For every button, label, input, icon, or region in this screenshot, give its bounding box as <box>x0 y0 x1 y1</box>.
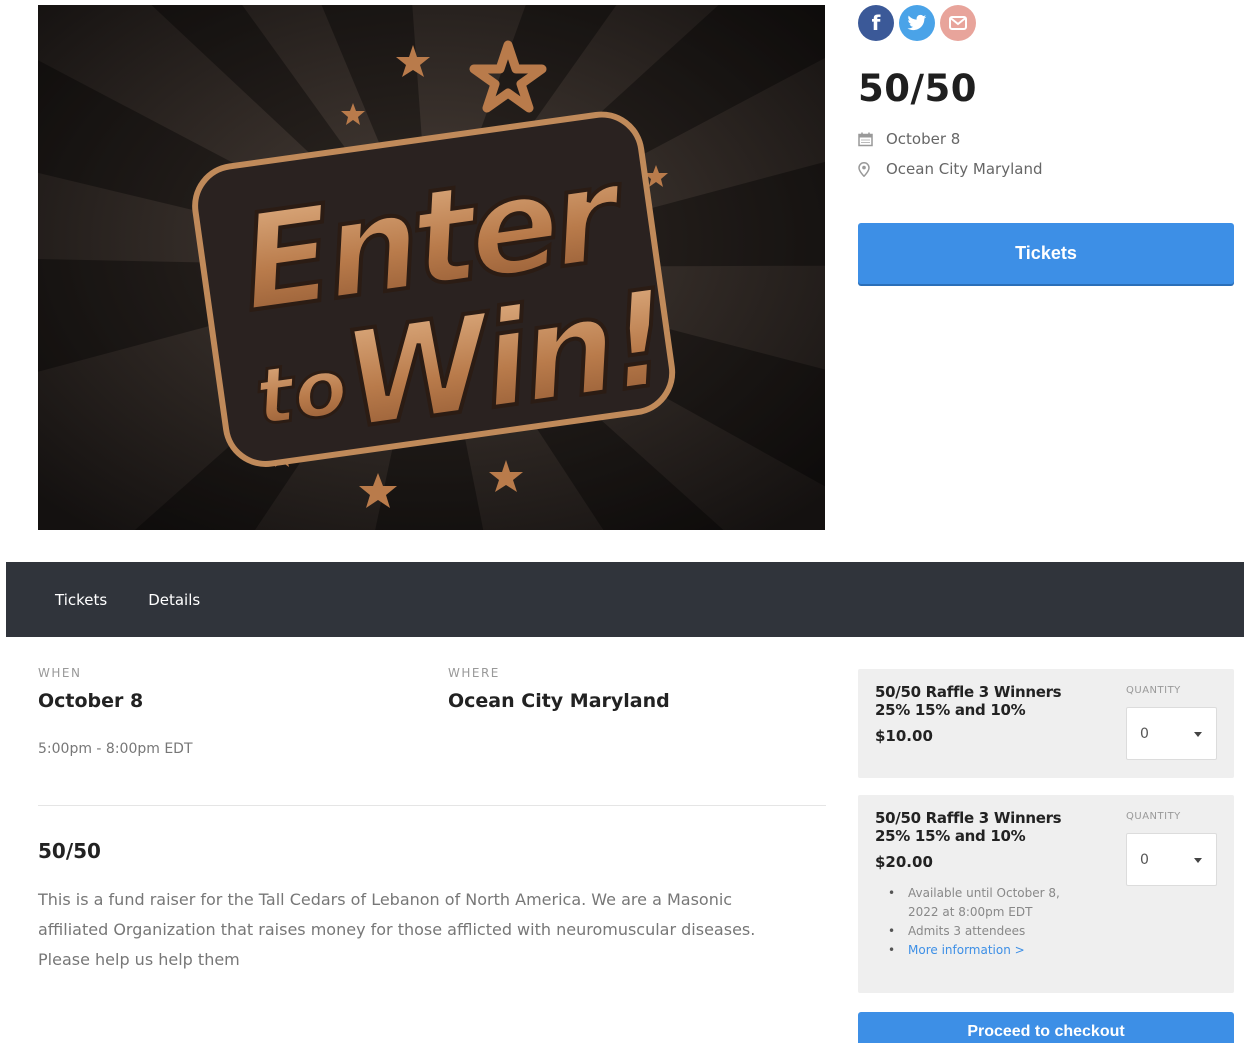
when-block: WHEN October 8 <box>38 666 143 712</box>
email-icon <box>949 16 967 30</box>
event-title: 50/50 <box>858 67 977 110</box>
event-nav-bar: Tickets Details <box>6 562 1244 637</box>
ticket-option-card: 50/50 Raffle 3 Winners 25% 15% and 10% $… <box>858 795 1234 993</box>
ticket-info-list: Available until October 8, 2022 at 8:00p… <box>888 884 1088 960</box>
event-location: Ocean City Maryland <box>886 160 1043 178</box>
facebook-icon: f <box>872 13 881 33</box>
more-information-link[interactable]: More information > <box>888 941 1088 960</box>
ticket-price: $10.00 <box>875 727 933 745</box>
quantity-value: 0 <box>1140 852 1149 868</box>
ticket-option-card: 50/50 Raffle 3 Winners 25% 15% and 10% $… <box>858 669 1234 778</box>
twitter-share-button[interactable] <box>899 5 935 41</box>
ticket-availability: Available until October 8, 2022 at 8:00p… <box>888 884 1088 922</box>
tickets-button[interactable]: Tickets <box>858 223 1234 284</box>
where-value: Ocean City Maryland <box>448 690 670 712</box>
event-summary-panel: f 50/50 October 8 Ocean City Maryland Ti… <box>858 5 1234 284</box>
quantity-select[interactable]: 0 <box>1126 833 1217 886</box>
when-label: WHEN <box>38 666 82 680</box>
description-title: 50/50 <box>38 839 101 863</box>
share-buttons: f <box>858 5 1234 41</box>
quantity-label: QUANTITY <box>1126 685 1181 696</box>
svg-text:f: f <box>872 13 881 33</box>
event-date-row: October 8 <box>858 124 1234 154</box>
quantity-select[interactable]: 0 <box>1126 707 1217 760</box>
hero-text-to: to <box>250 342 353 444</box>
event-date: October 8 <box>886 130 961 148</box>
section-divider <box>38 805 826 806</box>
when-value: October 8 <box>38 690 144 712</box>
email-share-button[interactable] <box>940 5 976 41</box>
ticket-price: $20.00 <box>875 853 933 871</box>
facebook-share-button[interactable]: f <box>858 5 894 41</box>
nav-tab-details[interactable]: Details <box>148 591 200 609</box>
quantity-value: 0 <box>1140 726 1149 742</box>
where-block: WHERE Ocean City Maryland <box>448 666 670 712</box>
calendar-icon <box>858 132 886 147</box>
enter-to-win-graphic: Enter to Win! <box>38 5 825 530</box>
chevron-down-icon <box>1194 732 1202 737</box>
ticket-name: 50/50 Raffle 3 Winners 25% 15% and 10% <box>875 809 1062 845</box>
ticket-admits: Admits 3 attendees <box>888 922 1088 941</box>
event-location-row: Ocean City Maryland <box>858 154 1234 184</box>
twitter-icon <box>907 14 927 31</box>
proceed-to-checkout-button[interactable]: Proceed to checkout <box>858 1012 1234 1043</box>
ticket-name: 50/50 Raffle 3 Winners 25% 15% and 10% <box>875 683 1062 719</box>
chevron-down-icon <box>1194 858 1202 863</box>
event-hero-image: Enter to Win! <box>38 5 825 530</box>
map-pin-icon <box>858 161 886 177</box>
nav-tab-tickets[interactable]: Tickets <box>55 591 107 609</box>
event-time: 5:00pm - 8:00pm EDT <box>38 741 193 757</box>
where-label: WHERE <box>448 666 500 680</box>
event-description: This is a fund raiser for the Tall Cedar… <box>38 890 756 969</box>
quantity-label: QUANTITY <box>1126 811 1181 822</box>
